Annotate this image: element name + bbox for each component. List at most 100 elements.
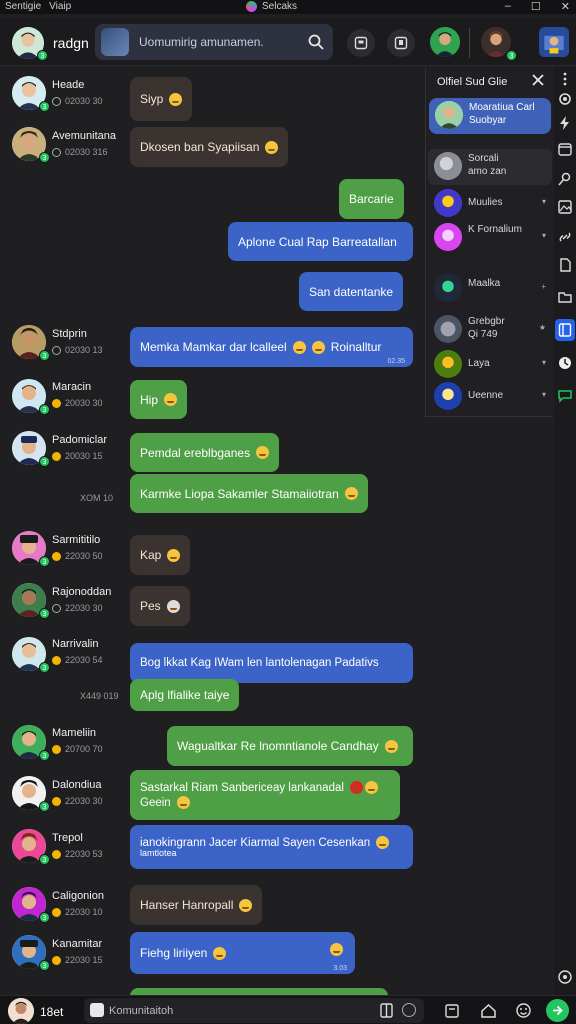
user-avatar[interactable]: 3	[12, 776, 50, 812]
chat-window-button[interactable]	[347, 29, 375, 57]
message-input[interactable]	[109, 998, 389, 1023]
panel-item[interactable]: Muulies ▾	[428, 186, 552, 222]
message-side-time: XOM 10	[80, 493, 114, 503]
message-row: 3 Maracin 20030 30 Hip	[0, 379, 422, 419]
user-avatar[interactable]: 3	[12, 379, 50, 415]
image-icon[interactable]	[557, 199, 573, 215]
contact-avatar-1[interactable]	[430, 27, 462, 59]
message-bubble[interactable]: Sastarkal Riam Sanbericeay lankanadal Gee…	[130, 770, 400, 820]
help-icon[interactable]	[557, 969, 573, 985]
contact-avatar-2[interactable]: 3	[481, 27, 517, 61]
user-avatar[interactable]: 3	[12, 829, 50, 865]
message-bubble-outgoing[interactable]: Aplone Cual Rap Barreatallan	[228, 222, 413, 261]
message-bubble[interactable]: Dkosen ban Syapiisan	[130, 127, 289, 167]
message-composer[interactable]	[84, 998, 424, 1023]
panel-item[interactable]: Maalka +	[428, 271, 552, 307]
message-bubble[interactable]: Pes	[130, 586, 190, 626]
link-icon[interactable]	[557, 229, 573, 245]
message-bubble[interactable]: ianokingrann Jacer Kiarmal Sayen Cesenka…	[130, 825, 413, 869]
menu-label-2[interactable]: Viaip	[49, 1, 71, 12]
attach-icon[interactable]	[90, 1003, 104, 1017]
smiley-icon[interactable]	[515, 1002, 532, 1019]
search-input[interactable]	[139, 24, 307, 60]
close-icon[interactable]	[531, 73, 545, 87]
message-bubble-outgoing[interactable]: Barcarie	[339, 179, 404, 219]
calendar-icon[interactable]	[557, 141, 573, 157]
message-bubble[interactable]: Karmke Liopa Sakamler Stamaiiotran	[130, 474, 368, 513]
panel-item[interactable]: Laya ▾	[428, 347, 552, 383]
status-emoji-icon	[52, 451, 61, 461]
panel-item-active[interactable]: Moaratiua Carl Suobyar	[429, 98, 551, 134]
game-avatar[interactable]	[539, 27, 571, 59]
folder-icon[interactable]	[557, 289, 573, 305]
star-icon[interactable]: ★	[539, 323, 546, 332]
message-time: 22030 54	[52, 655, 103, 665]
close-icon[interactable]: ✕	[561, 0, 570, 13]
message-bubble-outgoing[interactable]: San datentanke	[299, 272, 404, 311]
panel-item[interactable]: Ueenne ▾	[428, 379, 552, 415]
panel-item[interactable]: Sorcali amo zan	[428, 149, 552, 185]
message-bubble-partial[interactable]	[130, 988, 388, 995]
chevron-down-icon[interactable]: ▾	[542, 390, 546, 399]
search-icon[interactable]	[307, 33, 325, 51]
emoji-picker-icon[interactable]	[402, 1003, 416, 1017]
chat-message-list[interactable]: 3 Heade 02030 30 Siyp 3 Avemunitana 0203…	[0, 67, 422, 995]
menu-label-1[interactable]: Sentigie	[5, 1, 41, 12]
user-avatar[interactable]: 3	[12, 725, 50, 761]
panel-item[interactable]: K Fornalium ▾	[428, 220, 552, 256]
message-row: 3 Trepol 22030 53 ianokingrann Jacer Kia…	[0, 825, 422, 869]
bolt-icon[interactable]	[557, 115, 573, 131]
send-button[interactable]	[546, 999, 569, 1022]
message-row: 3 Dalondiua 22030 30 Sastarkal Riam Sanb…	[0, 770, 422, 822]
pin-icon[interactable]	[557, 171, 573, 187]
panel-title: Olfiel Sud Glie	[437, 76, 508, 88]
search-bar[interactable]	[95, 24, 333, 60]
target-icon[interactable]	[557, 91, 573, 107]
chevron-down-icon[interactable]: ▾	[542, 231, 546, 240]
user-avatar[interactable]: 3	[12, 935, 50, 971]
message-bubble[interactable]: Wagualtkar Re lnomntianole Candhay	[167, 726, 413, 766]
add-window-button[interactable]	[387, 29, 415, 57]
chevron-down-icon[interactable]: ▾	[542, 197, 546, 206]
sender-name: Stdprin	[52, 328, 87, 340]
minimize-icon[interactable]: –	[505, 0, 511, 13]
more-vertical-icon[interactable]	[557, 71, 573, 87]
compose-icon[interactable]	[444, 1002, 461, 1019]
plus-icon[interactable]: +	[541, 282, 546, 291]
rail-active-item[interactable]	[555, 319, 575, 341]
user-avatar[interactable]: 3	[12, 127, 50, 163]
user-avatar[interactable]: 3	[12, 583, 50, 619]
sender-name: Rajonoddan	[52, 586, 112, 598]
message-bubble[interactable]: Aplg lfialike taiye	[130, 679, 240, 711]
clock-icon[interactable]	[557, 355, 573, 371]
chevron-down-icon[interactable]: ▾	[542, 358, 546, 367]
message-time: 02030 316	[52, 147, 108, 157]
user-avatar[interactable]: 3	[12, 531, 50, 567]
message-bubble[interactable]: Memka Mamkar dar lcalleel Roinalltur 02.35	[130, 327, 413, 367]
message-bubble[interactable]: Siyp	[130, 77, 193, 121]
book-icon[interactable]	[378, 1002, 395, 1019]
message-bubble[interactable]: Hanser Hanropall	[130, 885, 263, 925]
message-bubble[interactable]: Bog lkkat Kag IWam len lantolenagan Pada…	[130, 643, 413, 683]
smile-emoji-icon	[311, 340, 325, 354]
message-bubble[interactable]: Pemdal ereblbganes	[130, 433, 280, 472]
user-avatar[interactable]: 3	[12, 637, 50, 673]
user-avatar[interactable]: 3	[12, 325, 50, 361]
document-icon[interactable]	[557, 257, 573, 273]
user-avatar[interactable]: 3	[12, 76, 50, 112]
status-emoji-icon	[52, 849, 61, 859]
panel-item[interactable]: Grebgbr Qi 749 ★	[428, 312, 552, 348]
my-avatar[interactable]: 3	[12, 27, 48, 61]
home-icon[interactable]	[480, 1002, 497, 1019]
sender-name: Caligonion	[52, 890, 104, 902]
maximize-icon[interactable]: ☐	[531, 0, 541, 13]
user-avatar[interactable]: 3	[12, 887, 50, 923]
message-bubble[interactable]: Fiehg liriiyen 3.03	[130, 932, 355, 974]
my-avatar-small[interactable]	[8, 998, 34, 1024]
user-avatar[interactable]: 3	[12, 431, 50, 467]
message-time: 22030 30	[52, 603, 103, 613]
chat-icon[interactable]	[557, 387, 573, 403]
message-bubble[interactable]: Hip	[130, 380, 188, 419]
message-time: 22030 30	[52, 796, 103, 806]
message-bubble[interactable]: Kap	[130, 535, 191, 575]
